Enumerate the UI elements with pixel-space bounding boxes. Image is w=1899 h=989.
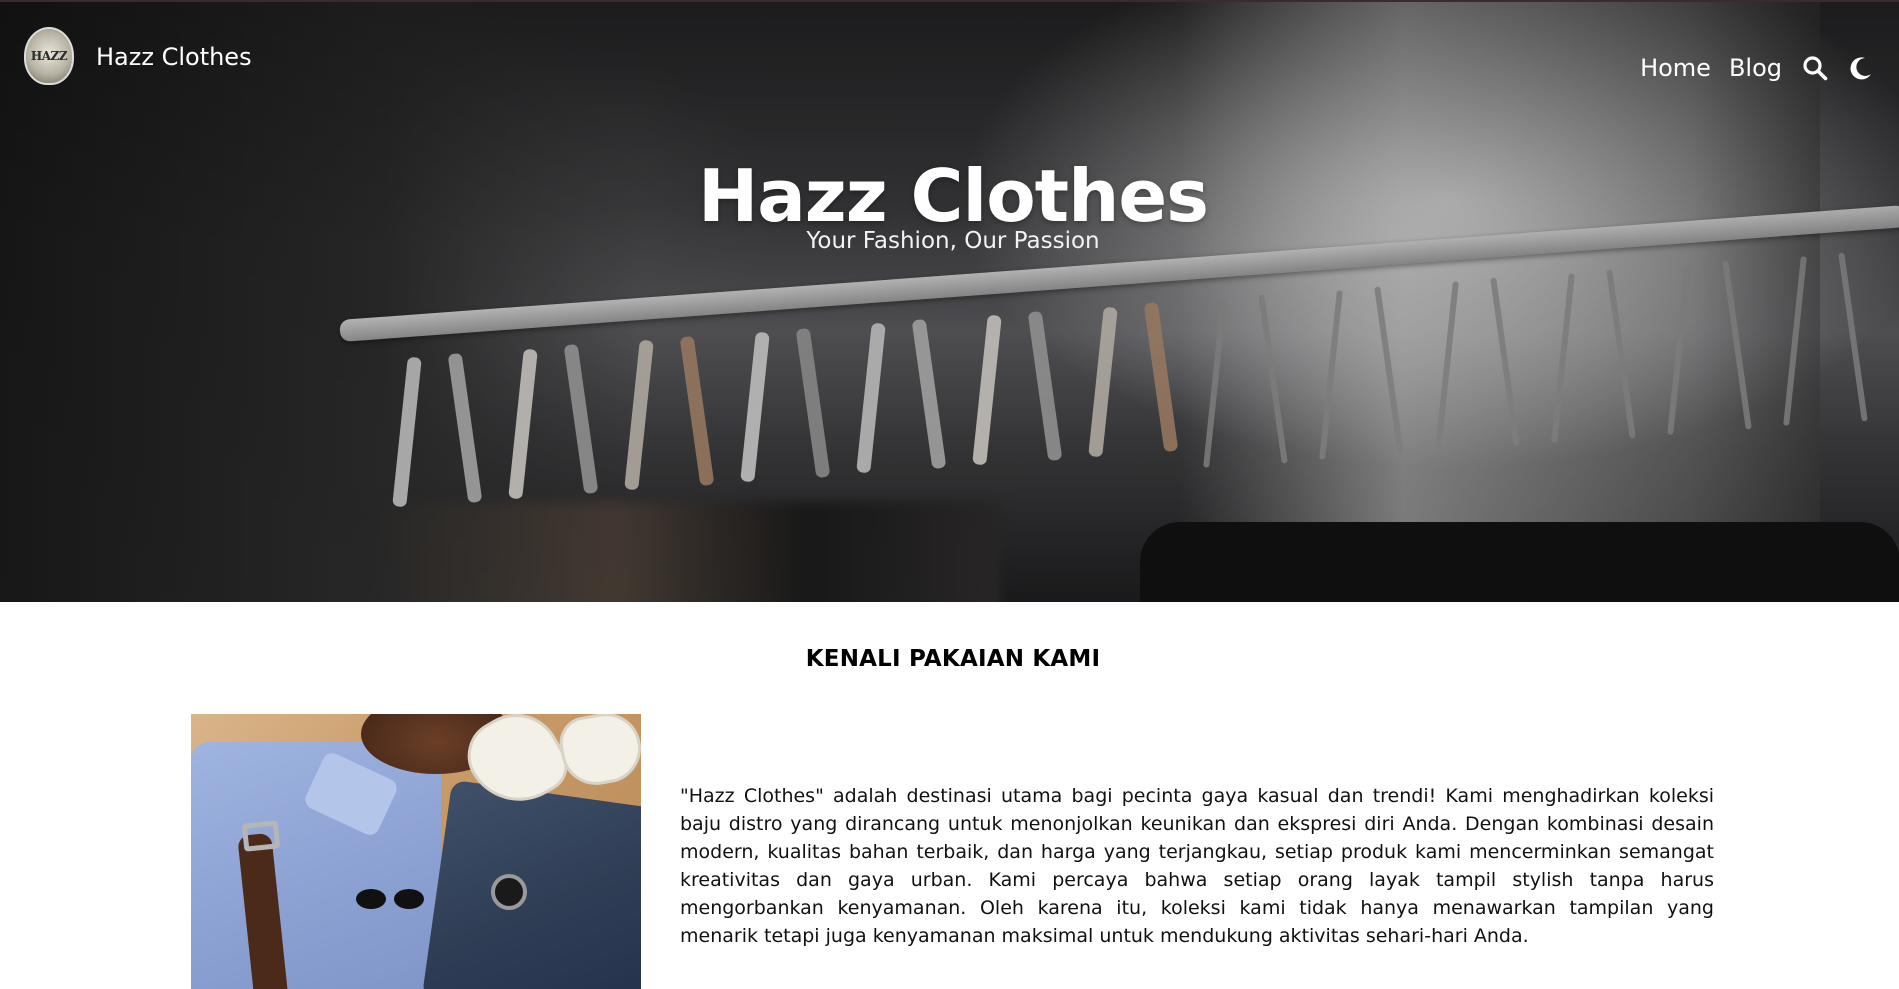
- nav-link-blog[interactable]: Blog: [1729, 54, 1782, 82]
- search-icon[interactable]: [1802, 55, 1828, 81]
- brand-logo-text: HAZZ: [30, 49, 68, 63]
- about-section: KENALI PAKAIAN KAMI "Hazz Clothes" adala…: [0, 602, 1899, 989]
- about-paragraph: "Hazz Clothes" adalah destinasi utama ba…: [680, 785, 1714, 947]
- brand-logo[interactable]: HAZZ: [24, 27, 74, 85]
- hero-subtitle: Your Fashion, Our Passion: [806, 228, 1100, 254]
- nav-link-home[interactable]: Home: [1640, 54, 1711, 82]
- nav-links: Home Blog: [1622, 54, 1874, 82]
- belt-buckle-graphic: [241, 820, 281, 852]
- hero-title: Hazz Clothes: [697, 154, 1209, 238]
- hero-banner: HAZZ Hazz Clothes Home Blog Hazz Clothes…: [0, 0, 1899, 602]
- about-image: [191, 714, 641, 989]
- about-heading: KENALI PAKAIAN KAMI: [805, 646, 1101, 672]
- watch-graphic: [491, 874, 527, 910]
- moon-icon[interactable]: [1848, 55, 1874, 81]
- sneaker-right-graphic: [555, 714, 641, 791]
- jeans-graphic: [421, 779, 641, 989]
- brand-name-link[interactable]: Hazz Clothes: [96, 43, 252, 71]
- sunglasses-graphic: [356, 889, 426, 911]
- top-navbar: HAZZ Hazz Clothes Home Blog: [0, 2, 1899, 112]
